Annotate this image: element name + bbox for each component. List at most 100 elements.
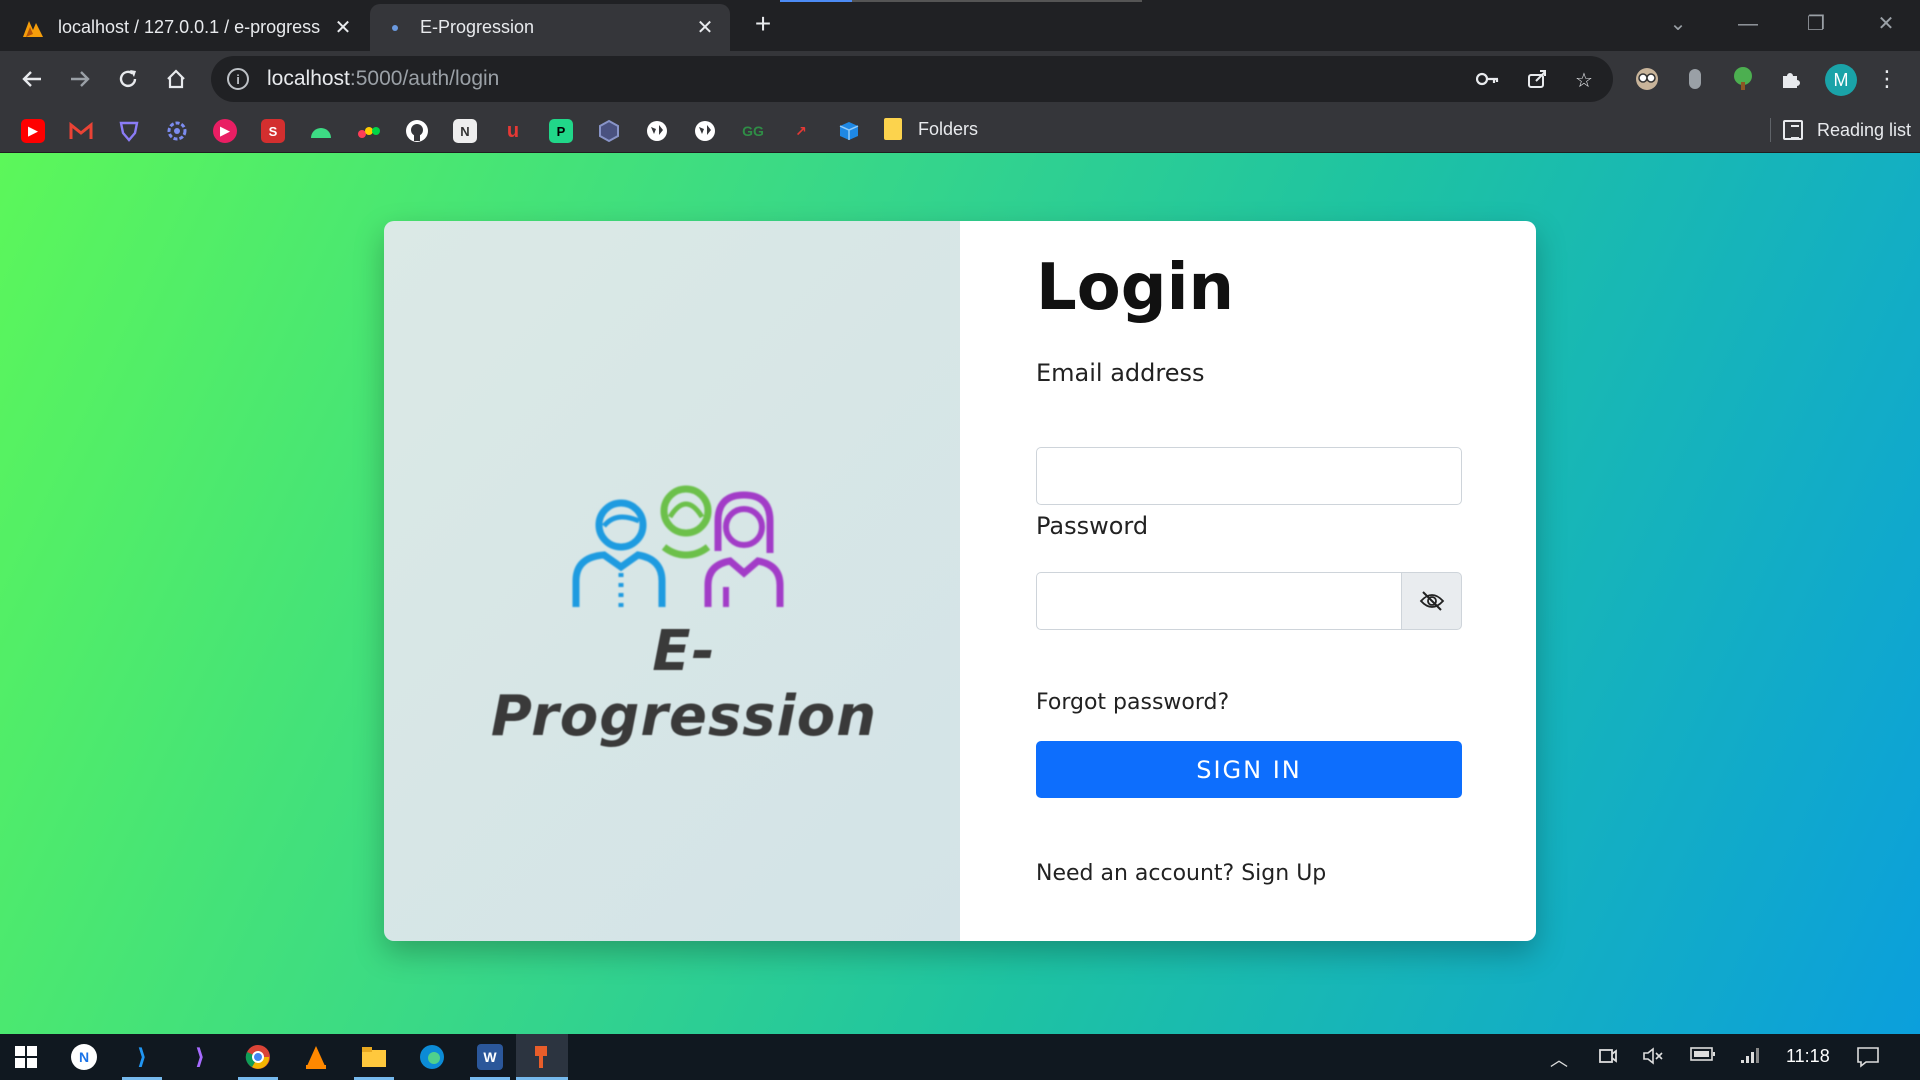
taskbar-edge[interactable]	[406, 1034, 458, 1080]
email-label: Email address	[1036, 359, 1205, 387]
sign-in-button[interactable]: SIGN IN	[1036, 741, 1462, 798]
close-window-button[interactable]: ✕	[1866, 6, 1906, 42]
people-group-icon	[572, 485, 784, 607]
password-field[interactable]	[1036, 572, 1401, 630]
taskbar-vlc[interactable]	[290, 1034, 342, 1080]
logo-text: E-Progression	[490, 619, 878, 749]
reading-list-icon	[1783, 120, 1803, 140]
youtube-bookmark-icon[interactable]: ▶	[21, 119, 45, 143]
udemy-bookmark-icon[interactable]: u	[501, 119, 525, 143]
url-path: :5000/auth/login	[349, 67, 500, 90]
new-tab-button[interactable]: +	[748, 10, 778, 40]
reading-list-button[interactable]: Reading list	[1770, 118, 1911, 142]
hex-bookmark-icon[interactable]	[597, 119, 621, 143]
tab-title: E-Progression	[420, 17, 535, 37]
reading-list-label: Reading list	[1817, 119, 1912, 140]
taskbar-word[interactable]: W	[464, 1034, 516, 1080]
browser-menu-icon[interactable]: ⋮	[1876, 64, 1898, 94]
forgot-password-link[interactable]: Forgot password?	[1036, 690, 1229, 715]
pycharm-bookmark-icon[interactable]: P	[549, 119, 573, 143]
taskbar-clock[interactable]: 11:18	[1786, 1046, 1830, 1067]
browser-tabstrip: localhost / 127.0.0.1 / e-progress ✕ E-P…	[0, 0, 1920, 51]
folder-icon	[884, 118, 902, 140]
action-center-icon[interactable]	[1856, 1046, 1880, 1073]
taskbar-chrome[interactable]	[232, 1034, 284, 1080]
taskbar-app-n[interactable]: N	[58, 1034, 110, 1080]
password-key-icon[interactable]	[1475, 68, 1501, 94]
taskbar-visual-studio[interactable]: ⟩	[174, 1034, 226, 1080]
forward-button[interactable]	[64, 63, 96, 95]
url-host: localhost	[267, 67, 350, 90]
battery-icon[interactable]	[1690, 1046, 1716, 1067]
tab-close-icon[interactable]: ✕	[694, 15, 716, 40]
back-button[interactable]	[16, 63, 48, 95]
extension-tree-icon[interactable]	[1728, 64, 1758, 94]
android-bookmark-icon[interactable]	[309, 119, 333, 143]
visual-studio-icon: ⟩	[194, 1044, 206, 1069]
sign-up-link[interactable]: Need an account? Sign Up	[1036, 861, 1326, 886]
restore-button[interactable]: ❐	[1796, 6, 1836, 42]
paint-brush-icon	[535, 1046, 547, 1068]
bookmarks-folder[interactable]: Folders	[884, 118, 978, 140]
login-form-panel: Login Email address Password Forgot pass…	[960, 221, 1536, 941]
taskbar-file-explorer[interactable]	[348, 1034, 400, 1080]
profile-avatar[interactable]: M	[1825, 64, 1857, 96]
shield-bookmark-icon[interactable]	[117, 119, 141, 143]
page-background: E-Progression Login Email address Passwo…	[0, 153, 1920, 1034]
toggle-password-visibility-button[interactable]	[1401, 572, 1462, 630]
volume-muted-icon[interactable]	[1642, 1046, 1664, 1071]
github-bookmark-icon[interactable]	[405, 119, 429, 143]
password-group	[1036, 572, 1462, 630]
windows-icon	[15, 1046, 37, 1068]
globe-bookmark-icon[interactable]	[693, 119, 717, 143]
tab-e-progression[interactable]: E-Progression ✕	[370, 4, 730, 51]
start-button[interactable]	[0, 1034, 52, 1080]
page-title: Login	[1036, 251, 1235, 325]
folder-icon	[362, 1047, 386, 1067]
tab-title: localhost / 127.0.0.1 / e-progress	[58, 17, 321, 37]
e-progression-logo: E-Progression	[464, 481, 904, 749]
word-icon: W	[477, 1044, 503, 1070]
meet-now-icon[interactable]	[1598, 1046, 1618, 1071]
tab-phpmyadmin[interactable]: localhost / 127.0.0.1 / e-progress ✕	[8, 4, 368, 51]
e-progression-favicon-icon	[384, 17, 406, 39]
red-app-bookmark-icon[interactable]: S	[261, 119, 285, 143]
minimize-button[interactable]: —	[1728, 6, 1768, 42]
media-bookmark-icon[interactable]: ▶	[213, 119, 237, 143]
taskbar-vscode[interactable]: ⟩	[116, 1034, 168, 1080]
gear-bookmark-icon[interactable]	[165, 119, 189, 143]
globe-bookmark-icon[interactable]	[645, 119, 669, 143]
network-signal-icon[interactable]	[1740, 1046, 1762, 1069]
extensions-puzzle-icon[interactable]	[1776, 64, 1806, 94]
tab-loading-bar	[780, 0, 1142, 2]
bookmark-star-icon[interactable]: ☆	[1571, 68, 1597, 94]
phpmyadmin-favicon-icon	[22, 17, 44, 39]
monday-bookmark-icon[interactable]	[357, 119, 381, 143]
address-bar[interactable]: i localhost:5000/auth/login ☆	[211, 56, 1613, 102]
browser-toolbar: i localhost:5000/auth/login ☆ M ⋮	[0, 51, 1920, 107]
geeksforgeeks-bookmark-icon[interactable]: GG	[741, 119, 765, 143]
chrome-icon	[245, 1045, 270, 1069]
tab-close-icon[interactable]: ✕	[332, 15, 354, 40]
extension-owl-icon[interactable]	[1632, 64, 1662, 94]
eye-slash-icon	[1419, 591, 1444, 611]
brand-panel: E-Progression	[384, 221, 960, 941]
folder-label: Folders	[918, 118, 979, 139]
reload-button[interactable]	[112, 63, 144, 95]
tab-search-icon[interactable]: ⌄	[1658, 6, 1698, 42]
extension-mouse-icon[interactable]	[1680, 64, 1710, 94]
gmail-bookmark-icon[interactable]	[69, 119, 93, 143]
share-icon[interactable]	[1524, 68, 1550, 94]
cube-bookmark-icon[interactable]	[837, 119, 861, 143]
windows-taskbar: N ⟩ ⟩ W ︿ 11:18	[0, 1034, 1920, 1080]
chart-bookmark-icon[interactable]: ↗	[789, 119, 813, 143]
home-button[interactable]	[160, 63, 192, 95]
vscode-icon: ⟩	[136, 1044, 148, 1069]
email-field[interactable]	[1036, 447, 1462, 505]
taskbar-active-app[interactable]	[516, 1034, 568, 1080]
notion-bookmark-icon[interactable]: N	[453, 119, 477, 143]
app-n-icon: N	[71, 1044, 97, 1070]
site-info-icon[interactable]: i	[227, 68, 249, 90]
login-card: E-Progression Login Email address Passwo…	[384, 221, 1536, 941]
show-hidden-icons-button[interactable]: ︿	[1550, 1046, 1568, 1072]
